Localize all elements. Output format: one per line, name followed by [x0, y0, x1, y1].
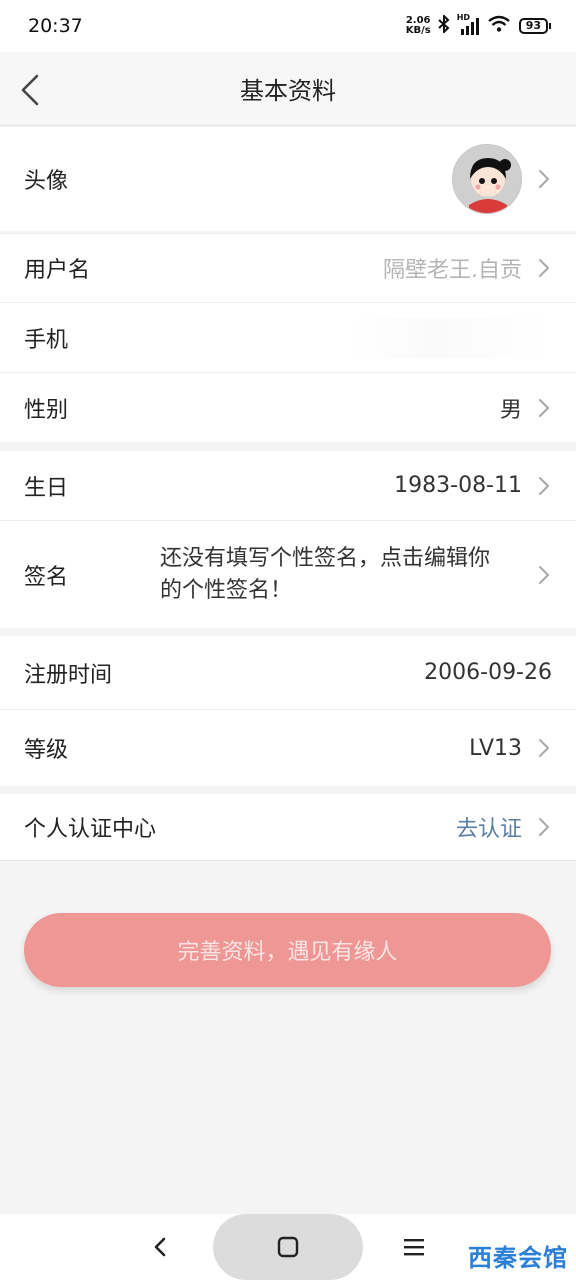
page-header: 基本资料: [0, 52, 576, 126]
gender-value: 男: [499, 397, 522, 423]
phone-row[interactable]: 手机: [0, 303, 576, 373]
level-row[interactable]: 等级 LV13: [0, 710, 576, 786]
signature-label: 签名: [24, 564, 69, 590]
phone-label: 手机: [24, 327, 69, 353]
chevron-right-icon: [539, 565, 549, 584]
bluetooth-icon: [437, 13, 451, 37]
redacted-phone: [352, 317, 552, 358]
status-icons: 2.06 KB/s HD 93: [405, 13, 552, 37]
verification-label: 个人认证中心: [24, 817, 157, 842]
status-bar: 20:37 2.06 KB/s HD 93: [0, 0, 576, 52]
chevron-right-icon: [539, 818, 549, 836]
level-label: 等级: [24, 738, 69, 763]
chevron-right-icon: [539, 739, 549, 757]
back-button[interactable]: [16, 70, 44, 110]
chevron-right-icon: [539, 476, 549, 495]
nav-home-button[interactable]: [213, 1214, 363, 1280]
signature-value: 还没有填写个性签名，点击编辑你的个性签名！: [160, 545, 491, 603]
wifi-icon: [487, 15, 511, 37]
username-value: 隔壁老王.自贡: [383, 258, 522, 283]
username-row[interactable]: 用户名 隔壁老王.自贡: [0, 233, 576, 303]
chevron-right-icon: [539, 398, 549, 417]
signature-row[interactable]: 签名 还没有填写个性签名，点击编辑你的个性签名！: [0, 521, 576, 628]
username-label: 用户名: [24, 258, 91, 283]
verification-row[interactable]: 个人认证中心 去认证: [0, 794, 576, 861]
chevron-left-icon: [154, 1237, 166, 1257]
square-icon: [277, 1236, 299, 1258]
birthday-label: 生日: [24, 475, 69, 501]
chevron-right-icon: [539, 259, 549, 277]
watermark-logo: 西秦会馆: [468, 1244, 568, 1272]
register-time-value: 2006-09-26: [424, 660, 552, 685]
chevron-right-icon: [539, 170, 549, 188]
avatar-row[interactable]: 头像: [0, 127, 576, 231]
birthday-row[interactable]: 生日 1983-08-11: [0, 451, 576, 521]
nav-back-button[interactable]: [150, 1232, 170, 1266]
gender-row[interactable]: 性别 男: [0, 373, 576, 442]
register-time-row: 注册时间 2006-09-26: [0, 636, 576, 710]
complete-profile-button[interactable]: 完善资料，遇见有缘人: [24, 913, 551, 987]
gender-label: 性别: [24, 397, 69, 423]
chevron-left-icon: [21, 74, 39, 106]
nav-menu-button[interactable]: [402, 1232, 426, 1266]
page-title: 基本资料: [240, 77, 336, 105]
battery-indicator: 93: [518, 18, 552, 34]
status-time: 20:37: [28, 15, 83, 37]
signal-icon: HD: [457, 13, 481, 35]
menu-icon: [404, 1239, 424, 1256]
birthday-value: 1983-08-11: [394, 473, 522, 498]
register-time-label: 注册时间: [24, 662, 113, 688]
avatar: [452, 144, 522, 214]
avatar-label: 头像: [24, 169, 69, 194]
network-speed: 2.06 KB/s: [405, 15, 431, 36]
level-value: LV13: [469, 735, 522, 761]
verification-link[interactable]: 去认证: [456, 811, 522, 843]
